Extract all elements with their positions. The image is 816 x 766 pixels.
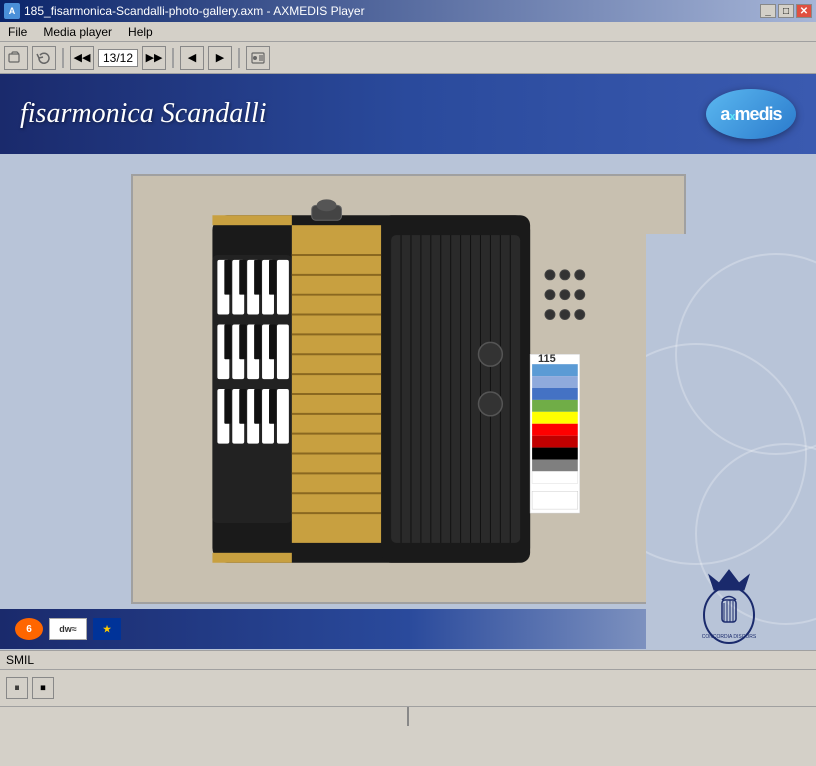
menu-media-player[interactable]: Media player: [39, 24, 116, 40]
gallery-header: fisarmonica Scandalli axmedis: [0, 74, 816, 154]
window-controls: _ □ ✕: [760, 4, 812, 18]
toolbar-open-button[interactable]: [4, 46, 28, 70]
toolbar-prev-prev-button[interactable]: ◀◀: [70, 46, 94, 70]
toolbar-next-next-button[interactable]: ▶▶: [142, 46, 166, 70]
accordion-image: 115: [131, 174, 686, 604]
close-button[interactable]: ✕: [796, 4, 812, 18]
menu-file[interactable]: File: [4, 24, 31, 40]
toolbar-back-button[interactable]: ◀: [180, 46, 204, 70]
footer-logo-eu: ★: [93, 618, 121, 640]
menu-help[interactable]: Help: [124, 24, 157, 40]
footer-logo-wave: dw≈: [49, 618, 87, 640]
title-bar: A 185_fisarmonica-Scandalli-photo-galler…: [0, 0, 816, 22]
institution-name: Accademia Nazionaledi Santa Cecilia: [651, 649, 806, 650]
pause-button[interactable]: ⏸: [6, 677, 28, 699]
maximize-button[interactable]: □: [778, 4, 794, 18]
footer-logo-6: 6: [15, 618, 43, 640]
window-title: 185_fisarmonica-Scandalli-photo-gallery.…: [24, 4, 365, 18]
toolbar-refresh-button[interactable]: [32, 46, 56, 70]
status-left: [0, 707, 409, 726]
axmedis-logo: axmedis: [706, 89, 796, 139]
toolbar-forward-button[interactable]: ▶: [208, 46, 232, 70]
status-right: [409, 707, 816, 726]
toolbar-separator-2: [172, 48, 174, 68]
footer-logos: 6 dw≈ ★: [15, 618, 121, 640]
toolbar-separator-3: [238, 48, 240, 68]
app-icon: A: [4, 3, 20, 19]
institution-area: CONCORDIA DISCORS Accademia Nazionaledi …: [651, 565, 806, 650]
toolbar-record-button[interactable]: [246, 46, 270, 70]
toolbar: ◀◀ 13/12 ▶▶ ◀ ▶: [0, 42, 816, 74]
menu-bar: File Media player Help: [0, 22, 816, 42]
svg-text:CONCORDIA DISCORS: CONCORDIA DISCORS: [701, 634, 756, 640]
toolbar-counter: 13/12: [98, 49, 138, 67]
minimize-button[interactable]: _: [760, 4, 776, 18]
smil-bar: SMIL: [0, 650, 816, 670]
player-controls: ⏸ ⏹: [0, 670, 816, 706]
gallery-title: fisarmonica Scandalli: [20, 98, 267, 130]
stop-button[interactable]: ⏹: [32, 677, 54, 699]
right-side: CONCORDIA DISCORS Accademia Nazionaledi …: [646, 234, 816, 650]
status-bar: [0, 706, 816, 726]
institution-emblem: CONCORDIA DISCORS: [694, 565, 764, 645]
main-content: fisarmonica Scandalli axmedis: [0, 74, 816, 650]
image-area: 115: [0, 154, 816, 609]
svg-text:115: 115: [538, 353, 556, 365]
toolbar-separator-1: [62, 48, 64, 68]
smil-label: SMIL: [6, 653, 34, 667]
